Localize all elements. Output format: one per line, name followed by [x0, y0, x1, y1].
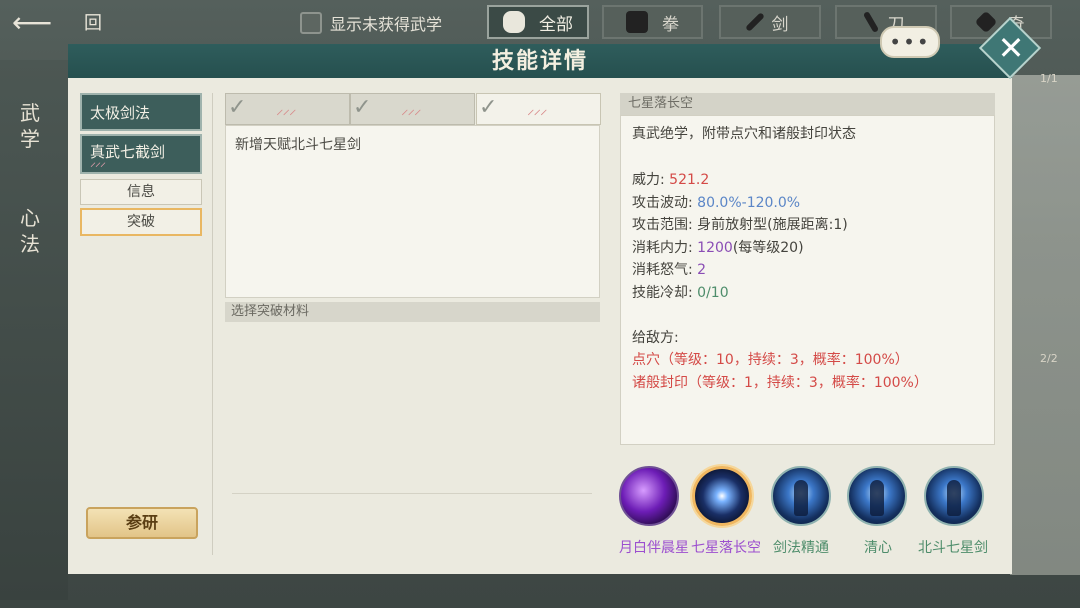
pouch-icon — [503, 11, 525, 33]
tab-label: 剑 — [771, 14, 789, 35]
show-unobtained-checkbox[interactable] — [300, 12, 322, 34]
stat-label: 消耗内力: — [632, 240, 693, 256]
tab-all[interactable]: 全部 — [487, 5, 589, 39]
figure-icon — [947, 480, 961, 516]
stat-power: 威力: 521.2 — [632, 169, 709, 189]
tab-fist[interactable]: 拳 — [602, 5, 703, 39]
skill-item-zhenwu[interactable]: 真武七截剑 ⸝⸝⸝ — [80, 134, 202, 174]
stat-value: 1200 — [697, 240, 733, 256]
side-nav-xinfa[interactable]: 心法 — [18, 205, 42, 257]
effect-seal: 诸般封印（等级：1，持续：3，概率：100%） — [632, 375, 928, 391]
stat-fluctuation: 攻击波动: 80.0%-120.0% — [632, 192, 800, 212]
stat-label: 消耗怒气: — [632, 262, 693, 278]
skill-orb-icon[interactable] — [690, 464, 754, 528]
breakthrough-button[interactable]: 突破 — [80, 208, 202, 236]
page-count: 2/2 — [1040, 352, 1058, 365]
breakthrough-marks-icon: ⸝⸝⸝ — [90, 155, 106, 169]
figure-icon — [870, 480, 884, 516]
stat-neili: 消耗内力: 1200(每等级20) — [632, 237, 804, 257]
breakthrough-slot[interactable]: ✓ ⸝⸝⸝ — [476, 93, 601, 125]
check-icon: ✓ — [479, 95, 498, 120]
breakthrough-slot[interactable]: ✓ ⸝⸝⸝ — [225, 93, 350, 125]
effect-acupoint: 点穴（等级：10，持续：3，概率：100%） — [632, 352, 909, 368]
skill-orb-icon[interactable] — [619, 466, 679, 526]
skill-orb-icon[interactable] — [924, 466, 984, 526]
stat-range: 攻击范围: 身前放射型(施展距离:1) — [632, 214, 848, 234]
info-button[interactable]: 信息 — [80, 179, 202, 205]
skill-item-taiji[interactable]: 太极剑法 — [80, 93, 202, 131]
new-talent-text: 新增天赋北斗七星剑 — [235, 137, 361, 153]
right-backdrop — [1010, 75, 1080, 575]
feather-icon: ⸝⸝⸝ — [401, 100, 421, 118]
skill-orb-label: 北斗七星剑 — [918, 540, 988, 556]
stat-label: 攻击波动: — [632, 195, 693, 211]
feather-icon: ⸝⸝⸝ — [527, 100, 547, 118]
skill-orb-icon[interactable] — [771, 466, 831, 526]
divider — [212, 93, 213, 555]
blade-icon — [862, 10, 879, 34]
skill-orb-label: 清心 — [864, 540, 892, 556]
tab-label: 拳 — [662, 14, 679, 35]
side-nav-wuxue[interactable]: 武学 — [18, 100, 42, 152]
skill-orb-label: 剑法精通 — [773, 540, 829, 556]
stat-cooldown: 技能冷却: 0/10 — [632, 282, 729, 302]
skill-orb-label: 七星落长空 — [691, 540, 761, 556]
stat-nuqi: 消耗怒气: 2 — [632, 259, 706, 279]
skill-detail-header: 七星落长空 — [620, 93, 995, 115]
stat-value: 521.2 — [669, 172, 710, 188]
stat-label: 威力: — [632, 172, 665, 188]
stat-value: 0/10 — [697, 285, 729, 301]
stat-extra: (每等级20) — [732, 240, 804, 256]
check-icon: ✓ — [228, 95, 247, 120]
skill-detail-box — [620, 115, 995, 445]
material-header: 选择突破材料 — [225, 302, 600, 322]
page-count: 1/1 — [1040, 72, 1058, 85]
back-arrow-icon[interactable]: ⟵ — [12, 6, 52, 39]
enemy-label: 给敌方: — [632, 330, 679, 346]
stat-label: 攻击范围: — [632, 217, 693, 233]
show-unobtained-label: 显示未获得武学 — [330, 15, 443, 34]
close-icon[interactable]: ✕ — [994, 28, 1028, 68]
stat-value: 80.0%-120.0% — [697, 195, 801, 211]
tab-sword[interactable]: 剑 — [719, 5, 821, 39]
skill-orb-label: 月白伴晨星 — [619, 540, 689, 556]
feather-icon: ⸝⸝⸝ — [276, 100, 296, 118]
stat-value: 2 — [697, 262, 707, 278]
skill-description: 真武绝学，附带点穴和诸般封印状态 — [632, 126, 856, 142]
divider — [232, 493, 592, 494]
sword-icon — [744, 12, 765, 32]
chat-bubble-icon[interactable]: ••• — [880, 26, 940, 58]
tab-label: 全部 — [539, 14, 573, 35]
figure-icon — [794, 480, 808, 516]
stat-value: 身前放射型(施展距离:1) — [697, 217, 848, 233]
study-button[interactable]: 参研 — [86, 507, 198, 539]
breakthrough-slot[interactable]: ✓ ⸝⸝⸝ — [350, 93, 475, 125]
check-icon: ✓ — [353, 95, 372, 120]
fist-icon — [626, 11, 648, 33]
skill-orb-icon[interactable] — [847, 466, 907, 526]
back-label[interactable]: 回 — [84, 9, 102, 35]
stat-label: 技能冷却: — [632, 285, 693, 301]
